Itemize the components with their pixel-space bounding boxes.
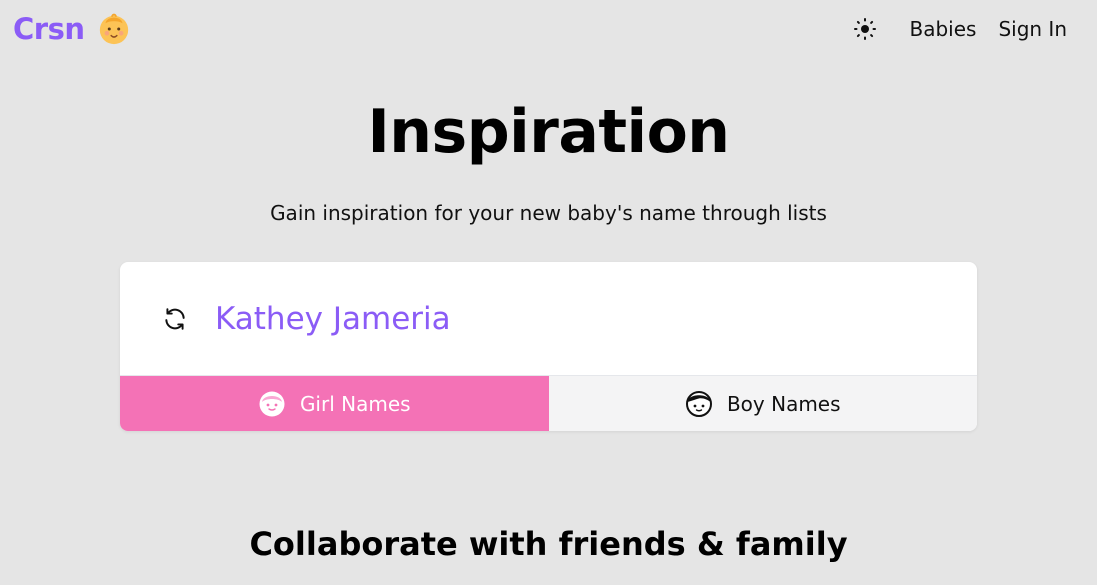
brand-name: Crsn (13, 12, 85, 46)
baby-emoji-icon (99, 13, 128, 45)
tab-girl-names[interactable]: Girl Names (120, 376, 549, 431)
page-subtitle: Gain inspiration for your new baby's nam… (270, 201, 827, 225)
boy-face-icon (685, 390, 712, 417)
gender-tabs: Girl Names Boy Names (120, 375, 977, 431)
theme-toggle-button[interactable] (852, 16, 878, 42)
generated-name: Kathey Jameria (215, 300, 451, 337)
top-nav: Babies Sign In (852, 10, 1067, 48)
collaborate-heading: Collaborate with friends & family (249, 525, 848, 563)
name-display-row: Kathey Jameria (120, 262, 977, 375)
girl-face-icon (259, 391, 285, 416)
tab-girl-names-label: Girl Names (299, 391, 411, 416)
name-generator-card: Kathey Jameria Girl Names Boy Names (120, 262, 977, 431)
page-title: Inspiration (367, 97, 730, 167)
refresh-icon (165, 307, 185, 330)
sun-icon (854, 18, 877, 40)
nav-link-sign-in[interactable]: Sign In (998, 17, 1067, 41)
brand-logo-link[interactable]: Crsn (13, 8, 131, 50)
tab-boy-names-label: Boy Names (726, 391, 841, 416)
tab-boy-names[interactable]: Boy Names (548, 376, 977, 431)
refresh-name-button[interactable] (161, 305, 189, 333)
nav-link-babies[interactable]: Babies (909, 17, 976, 41)
